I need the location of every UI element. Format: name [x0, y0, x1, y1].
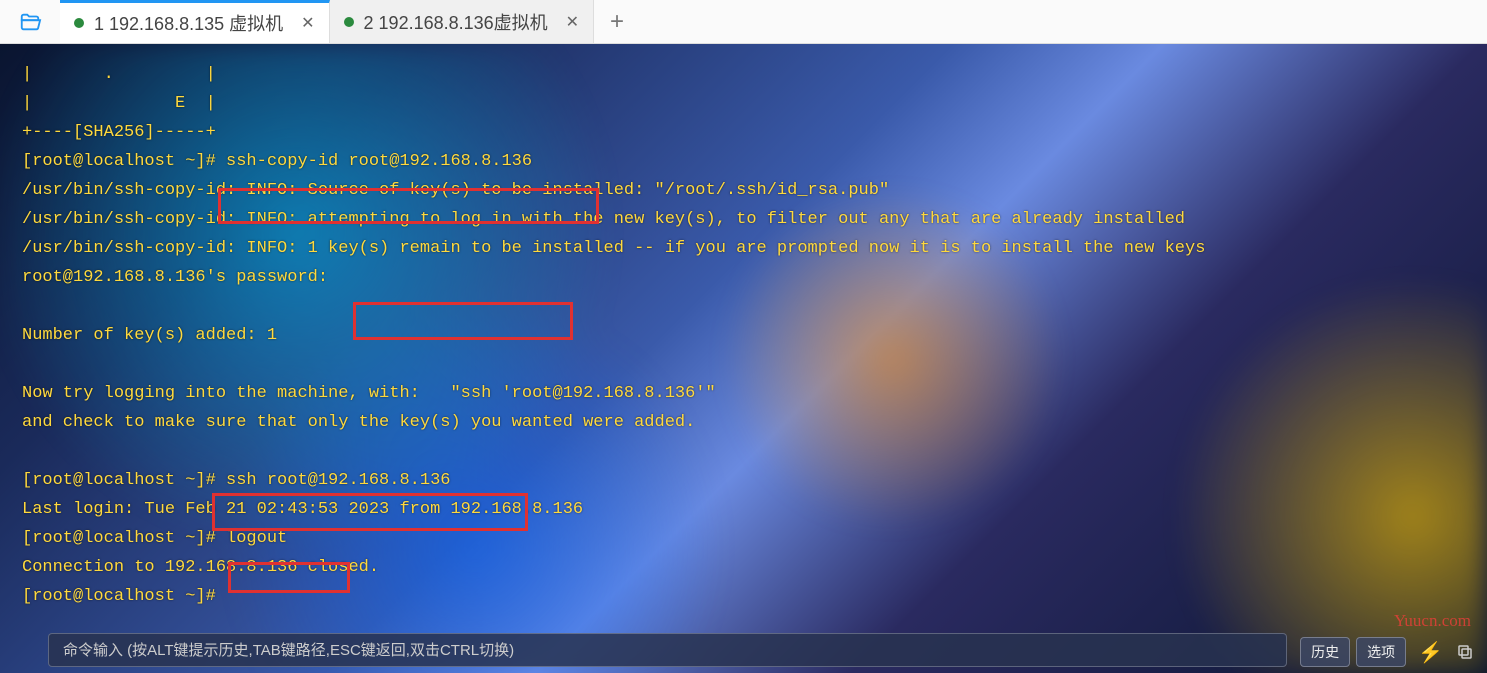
tab-session-2[interactable]: 2 192.168.8.136虚拟机 ✕ — [330, 0, 595, 43]
close-tab-icon[interactable]: ✕ — [301, 13, 314, 33]
tab-bar: 1 192.168.8.135 虚拟机 ✕ 2 192.168.8.136虚拟机… — [0, 0, 1487, 44]
connection-dot-icon — [74, 18, 84, 28]
connection-dot-icon — [344, 17, 354, 27]
terminal-output[interactable]: | . | | E | +----[SHA256]-----+ [root@lo… — [0, 44, 1487, 627]
open-folder-button[interactable] — [0, 0, 60, 43]
bolt-icon[interactable]: ⚡ — [1412, 640, 1449, 665]
terminal-area: | . | | E | +----[SHA256]-----+ [root@lo… — [0, 44, 1487, 673]
tab-label: 2 192.168.8.136虚拟机 — [364, 9, 548, 35]
bottom-right-controls: 历史 选项 ⚡ — [1300, 637, 1475, 667]
options-button[interactable]: 选项 — [1356, 637, 1406, 667]
command-input-bar[interactable] — [48, 633, 1287, 667]
add-tab-button[interactable]: + — [594, 0, 640, 43]
history-button[interactable]: 历史 — [1300, 637, 1350, 667]
close-tab-icon[interactable]: ✕ — [566, 12, 579, 32]
command-input[interactable] — [63, 642, 1272, 659]
duplicate-icon[interactable] — [1455, 643, 1475, 661]
tab-label: 1 192.168.8.135 虚拟机 — [94, 10, 283, 36]
tab-session-1[interactable]: 1 192.168.8.135 虚拟机 ✕ — [60, 0, 330, 43]
